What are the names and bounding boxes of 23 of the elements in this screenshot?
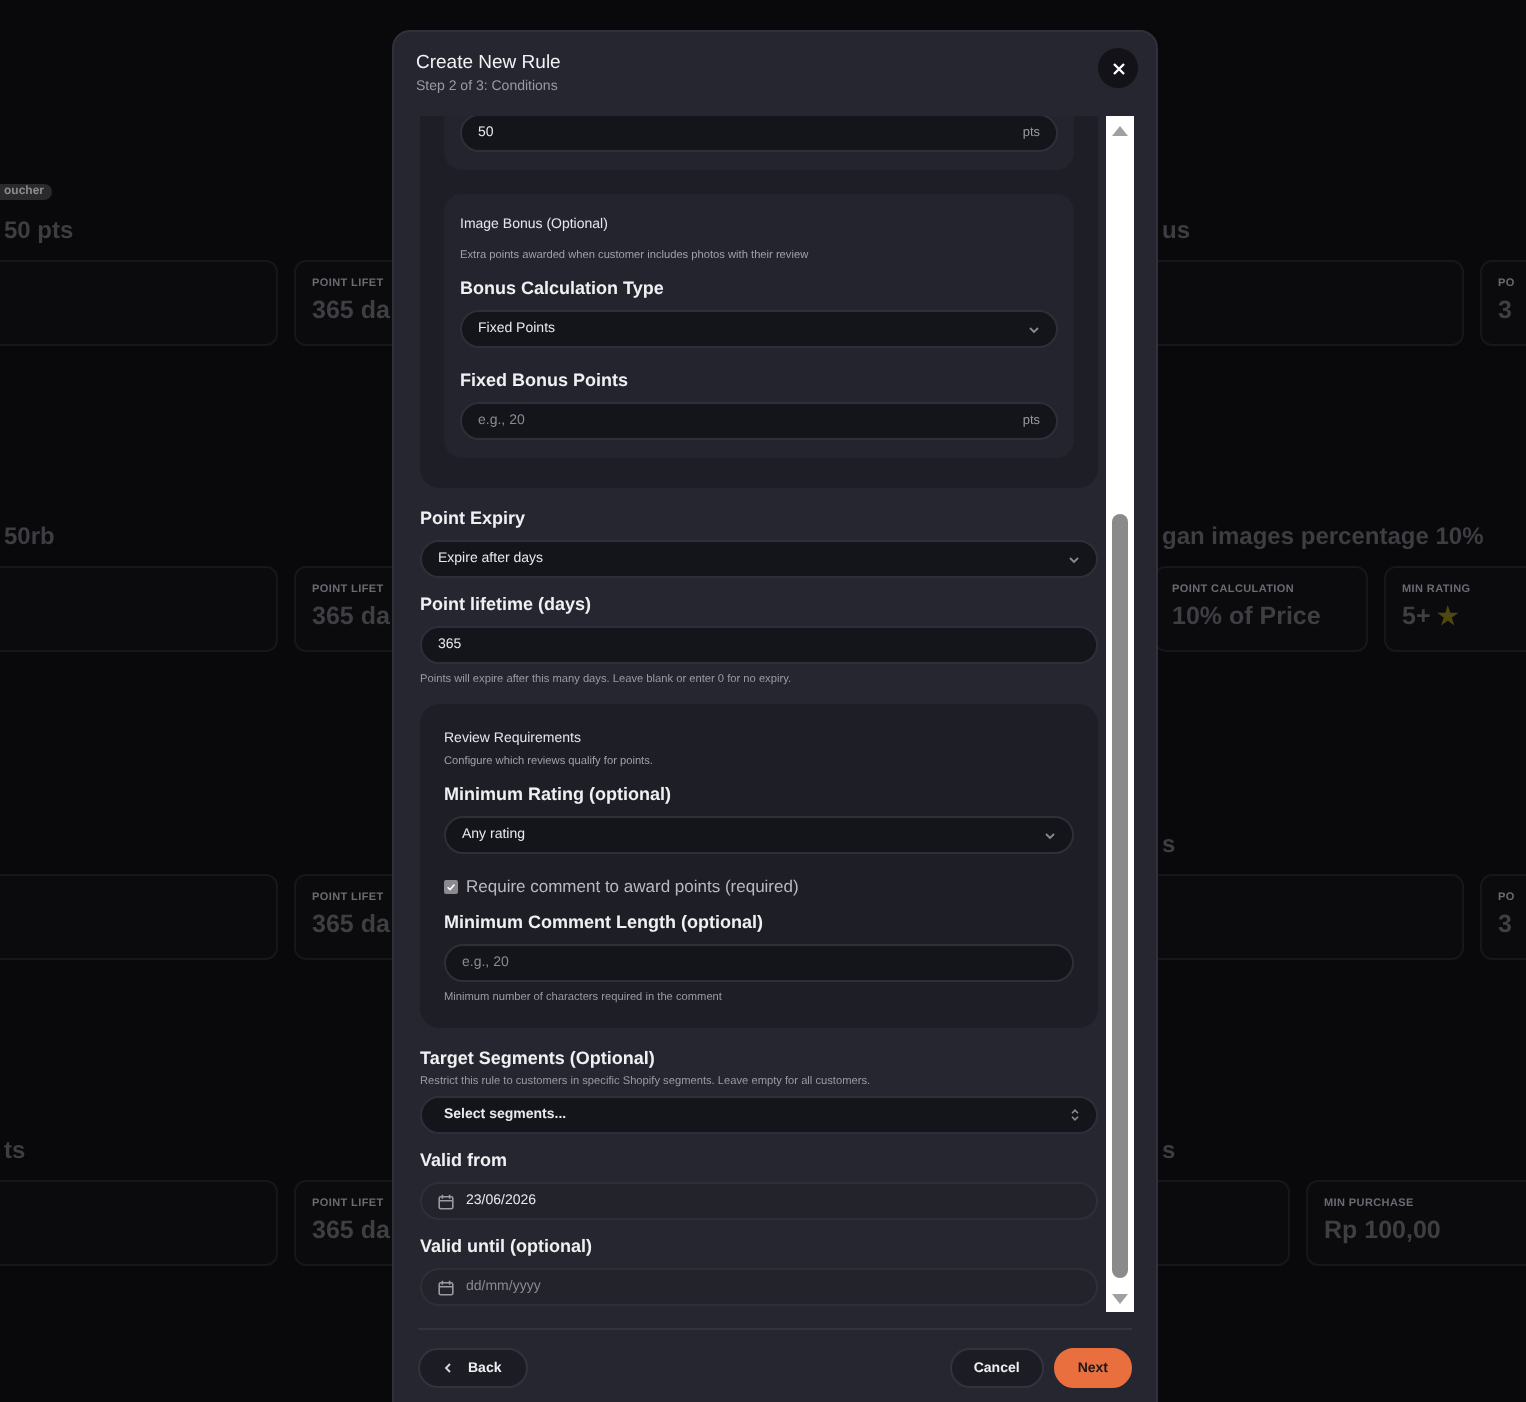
checkbox-label: Require comment to award points (required) bbox=[466, 876, 799, 896]
star-icon: ★ bbox=[1436, 602, 1459, 631]
chevron-left-icon bbox=[444, 1362, 452, 1374]
field-label: Target Segments (Optional) bbox=[420, 1048, 657, 1070]
calendar-icon bbox=[438, 1193, 454, 1209]
chevron-down-icon bbox=[1068, 555, 1080, 563]
field-label: Valid until (optional) bbox=[420, 1236, 594, 1258]
calendar-icon bbox=[438, 1279, 454, 1295]
chevron-down-icon bbox=[1044, 831, 1056, 839]
dialog-title: Create New Rule bbox=[416, 52, 561, 74]
close-button[interactable] bbox=[1098, 48, 1138, 88]
field-label: Minimum Comment Length (optional) bbox=[444, 912, 765, 934]
chevron-up-down-icon bbox=[1070, 1108, 1080, 1122]
field-label: Point lifetime (days) bbox=[420, 594, 594, 616]
field-label: Bonus Calculation Type bbox=[460, 278, 666, 300]
field-label: Point Expiry bbox=[420, 508, 528, 530]
scrollbar[interactable] bbox=[1106, 116, 1134, 1312]
field-label: Valid from bbox=[420, 1150, 510, 1172]
card-background bbox=[1158, 1179, 1290, 1266]
field-label: Fixed Bonus Points bbox=[460, 370, 631, 392]
field-label: Minimum Rating (optional) bbox=[444, 784, 673, 806]
close-icon bbox=[1111, 61, 1125, 75]
chevron-down-icon bbox=[1028, 325, 1040, 333]
